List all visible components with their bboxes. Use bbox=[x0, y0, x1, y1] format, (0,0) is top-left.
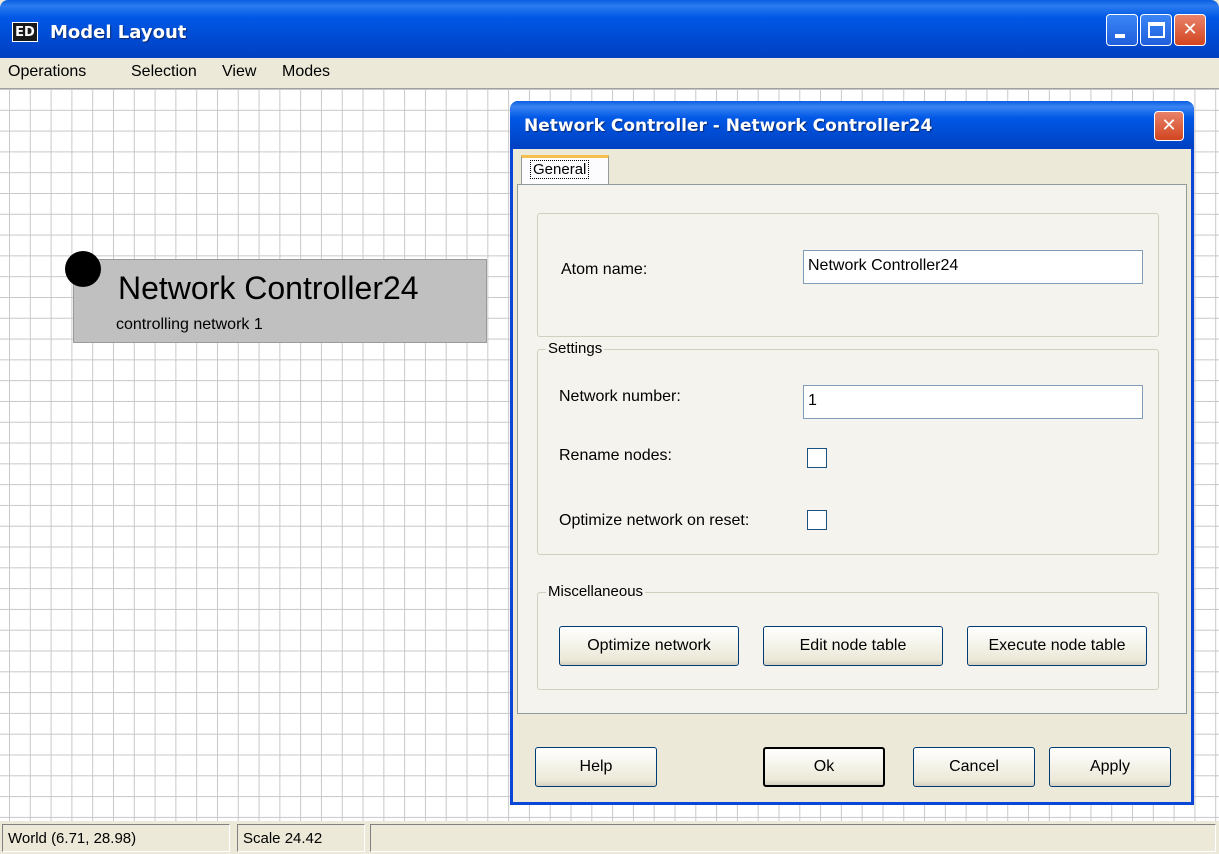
dialog-title: Network Controller - Network Controller2… bbox=[524, 116, 933, 136]
maximize-icon bbox=[1148, 22, 1165, 38]
rename-nodes-checkbox[interactable] bbox=[807, 448, 827, 468]
status-bar: World (6.71, 28.98) Scale 24.42 bbox=[0, 822, 1219, 854]
misc-caption: Miscellaneous bbox=[546, 583, 646, 600]
rename-nodes-label: Rename nodes: bbox=[559, 447, 672, 464]
menu-bar: Operations Selection View Modes bbox=[0, 58, 1219, 86]
atom-label: Network Controller24 bbox=[118, 270, 419, 306]
menu-operations[interactable]: Operations bbox=[8, 63, 86, 81]
optimize-reset-label: Optimize network on reset: bbox=[559, 512, 750, 529]
execute-node-table-button[interactable]: Execute node table bbox=[967, 626, 1147, 666]
tab-general-label: General bbox=[530, 160, 590, 179]
apply-button[interactable]: Apply bbox=[1049, 747, 1171, 787]
status-world: World (6.71, 28.98) bbox=[2, 824, 230, 852]
optimize-reset-checkbox[interactable] bbox=[807, 510, 827, 530]
app-icon: ED bbox=[12, 22, 38, 42]
menu-modes[interactable]: Modes bbox=[282, 63, 330, 81]
close-button[interactable]: ✕ bbox=[1174, 14, 1206, 46]
cancel-button[interactable]: Cancel bbox=[913, 747, 1035, 787]
optimize-network-button[interactable]: Optimize network bbox=[559, 626, 739, 666]
close-icon: ✕ bbox=[1161, 115, 1177, 136]
ok-button[interactable]: Ok bbox=[763, 747, 885, 787]
tab-general[interactable]: General bbox=[521, 155, 609, 185]
network-number-input[interactable]: 1 bbox=[803, 385, 1143, 419]
atom-description: controlling network 1 bbox=[116, 316, 263, 333]
dialog-close-button[interactable]: ✕ bbox=[1154, 111, 1184, 141]
dialog-title-bar[interactable]: Network Controller - Network Controller2… bbox=[510, 101, 1194, 149]
help-button[interactable]: Help bbox=[535, 747, 657, 787]
close-icon: ✕ bbox=[1182, 19, 1198, 40]
atom-name-input[interactable]: Network Controller24 bbox=[803, 250, 1143, 284]
minimize-button[interactable] bbox=[1106, 14, 1138, 46]
network-controller-dialog: Network Controller - Network Controller2… bbox=[510, 101, 1194, 805]
menu-view[interactable]: View bbox=[222, 63, 256, 81]
edit-node-table-button[interactable]: Edit node table bbox=[763, 626, 943, 666]
menu-selection[interactable]: Selection bbox=[131, 63, 197, 81]
title-bar[interactable]: ED Model Layout ✕ bbox=[0, 0, 1219, 58]
status-scale: Scale 24.42 bbox=[237, 824, 365, 852]
minimize-icon bbox=[1115, 34, 1125, 38]
atom-anchor-icon[interactable] bbox=[65, 251, 101, 287]
window-title: Model Layout bbox=[50, 22, 187, 43]
maximize-button[interactable] bbox=[1140, 14, 1172, 46]
network-number-label: Network number: bbox=[559, 388, 681, 405]
atom-network-controller[interactable]: Network Controller24 controlling network… bbox=[65, 251, 487, 343]
settings-caption: Settings bbox=[546, 340, 605, 357]
atom-name-label: Atom name: bbox=[561, 261, 648, 278]
status-empty bbox=[370, 824, 1216, 852]
